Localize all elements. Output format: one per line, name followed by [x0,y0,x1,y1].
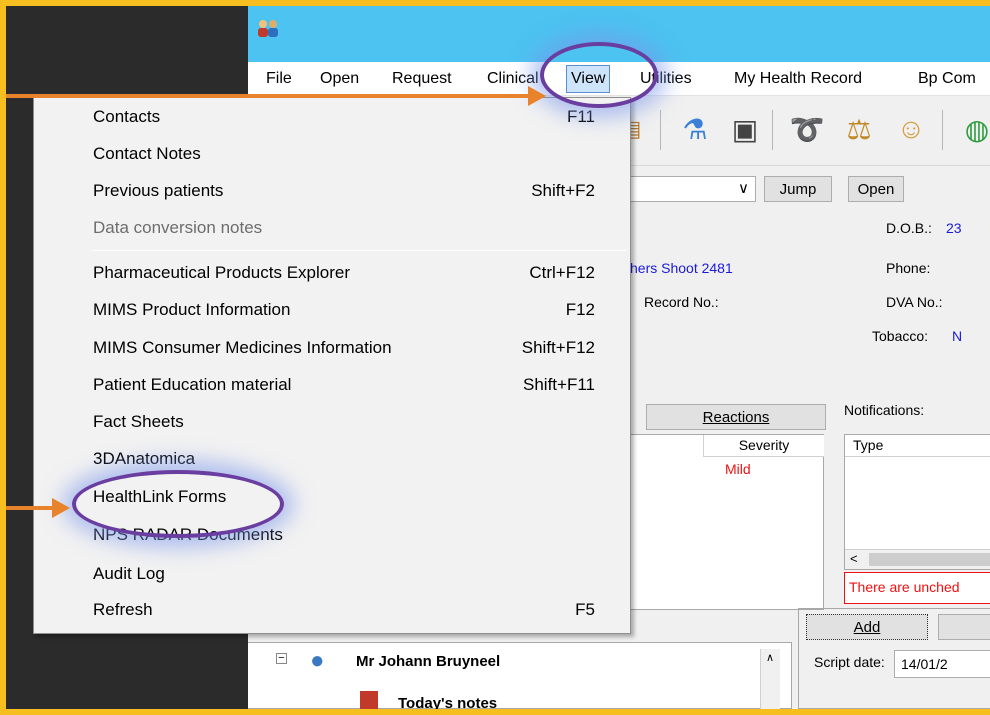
menu-item-pharmaceutical-products-explorer[interactable]: Pharmaceutical Products Explorer Ctrl+F12 [35,255,629,292]
menu-my-health-record[interactable]: My Health Record [734,70,862,88]
collapse-icon[interactable]: − [276,653,287,664]
menu-item-label: 3DAnatomica [93,449,196,468]
arrow-line-view [0,94,530,98]
menu-item-label: Pharmaceutical Products Explorer [93,263,351,282]
scroll-up-icon[interactable]: ∧ [766,651,774,664]
menu-utilities[interactable]: Utilities [640,70,692,88]
menu-file[interactable]: File [266,70,292,88]
menu-item-healthlink-forms[interactable]: HealthLink Forms [35,479,629,516]
menu-request[interactable]: Request [392,70,452,88]
menu-item-label: Fact Sheets [93,412,184,431]
arrow-head-view [528,86,546,106]
script-date-value: 14/01/2 [901,656,948,672]
menu-item-audit-log[interactable]: Audit Log [35,556,629,593]
script-date-field[interactable]: 14/01/2 [894,650,990,678]
toolbar-separator [942,110,943,150]
patient-tree[interactable]: − ● Mr Johann Bruyneel Today's notes ∧ [248,642,792,709]
menu-item-fact-sheets[interactable]: Fact Sheets [35,404,629,441]
menu-item-shortcut: Shift+F12 [521,338,595,357]
notifications-list[interactable]: Type < [844,434,990,570]
menu-item-label: Refresh [93,600,153,619]
menu-item-shortcut: Shift+F2 [531,181,595,200]
menu-item-label: Contacts [93,107,161,126]
chevron-down-icon: ∨ [738,180,749,197]
menu-item-refresh[interactable]: Refresh F5 [35,592,629,629]
unchecked-warning-text: There are unched [849,579,960,595]
menu-view[interactable]: View [566,65,611,93]
record-no-label: Record No.: [644,294,719,310]
menu-item-label: MIMS Product Information [93,300,291,319]
tobacco-label: Tobacco: [872,328,929,344]
tree-patient-name[interactable]: Mr Johann Bruyneel [356,653,500,670]
menu-item-label: MIMS Consumer Medicines Information [93,338,392,357]
dva-label: DVA No.: [886,294,943,310]
scrollbar-thumb[interactable] [869,553,990,566]
globe-icon[interactable]: ◍ [958,110,990,148]
menu-item-data-conversion-notes: Data conversion notes [35,210,629,247]
app-users-icon [258,20,278,37]
jump-button[interactable]: Jump [764,176,832,202]
menu-item-label: Patient Education material [93,375,292,394]
script-date-label: Script date: [814,654,885,670]
scroll-left-icon[interactable]: < [850,551,858,566]
menu-item-label: Contact Notes [93,144,201,163]
view-menu-dropdown: Contacts F11 Contact Notes Previous patie… [33,97,631,634]
phone-label: Phone: [886,260,931,276]
menu-item-3danatomica[interactable]: 3DAnatomica [35,441,629,478]
dob-label: D.O.B.: [886,220,932,236]
title-bar [248,6,990,62]
patient-person-icon: ● [310,647,325,674]
menu-separator [92,250,626,251]
script-second-button[interactable] [938,614,990,640]
menu-bp-comms[interactable]: Bp Com [918,70,976,88]
tree-todays-notes[interactable]: Today's notes [398,695,497,709]
flask-icon[interactable]: ⚗ [676,110,714,148]
stethoscope-icon[interactable]: ➰ [788,110,826,148]
menu-item-shortcut: F12 [565,300,595,319]
type-column-header[interactable]: Type [845,435,990,457]
menu-item-patient-education-material[interactable]: Patient Education material Shift+F11 [35,367,629,404]
dob-value: 23 [946,220,962,236]
arrow-line-healthlink [0,506,54,510]
arrow-head-healthlink [52,498,70,518]
horizontal-scrollbar[interactable]: < [845,549,990,569]
person-icon[interactable]: ☺ [892,110,930,148]
menu-item-nps-radar-documents[interactable]: NPS RADAR Documents [35,517,629,554]
unchecked-warning: There are unched [844,572,990,604]
reactions-list[interactable]: Severity Mild [628,434,824,610]
menu-item-label: Audit Log [93,564,165,583]
scales-icon[interactable]: ⚖ [840,110,878,148]
menu-item-shortcut: Shift+F11 [523,375,595,394]
menu-item-mims-product-information[interactable]: MIMS Product Information F12 [35,292,629,329]
menu-item-label: HealthLink Forms [93,487,227,506]
address-value: hers Shoot 2481 [630,260,733,276]
patient-select[interactable]: ∨ [628,176,756,202]
menu-item-contact-notes[interactable]: Contact Notes [35,136,629,173]
notifications-label: Notifications: [844,402,925,418]
menu-item-shortcut: F5 [575,600,595,619]
severity-column-header[interactable]: Severity [703,435,824,457]
toolbar-separator [772,110,773,150]
menu-item-previous-patients[interactable]: Previous patients Shift+F2 [35,173,629,210]
menu-item-label: Data conversion notes [93,218,263,237]
reactions-button[interactable]: Reactions [646,404,826,430]
tobacco-value: N [952,328,963,344]
calendar-icon [360,691,378,709]
menu-item-shortcut: F11 [566,107,595,126]
add-button[interactable]: Add [806,614,928,640]
toolbar-separator [660,110,661,150]
menu-item-shortcut: Ctrl+F12 [529,263,595,282]
tree-scrollbar[interactable]: ∧ [760,649,780,709]
menu-bar: File Open Request Clinical View Utilitie… [248,62,990,96]
menu-item-label: NPS RADAR Documents [93,525,283,544]
menu-open[interactable]: Open [320,70,359,88]
reaction-severity: Mild [725,461,751,477]
menu-item-mims-consumer-medicines-information[interactable]: MIMS Consumer Medicines Information Shift… [35,330,629,367]
menu-item-label: Previous patients [93,181,224,200]
xray-icon[interactable]: ▣ [726,110,764,148]
open-button[interactable]: Open [848,176,904,202]
